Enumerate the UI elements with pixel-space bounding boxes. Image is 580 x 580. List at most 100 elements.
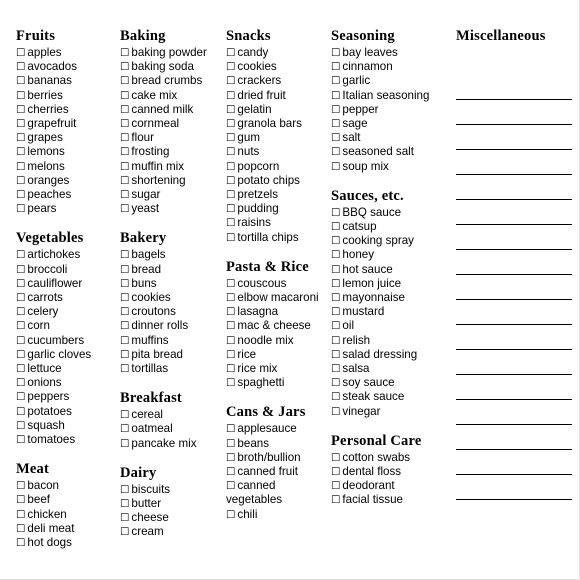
checkbox-icon[interactable]: ☐ — [331, 146, 340, 158]
checkbox-icon[interactable]: ☐ — [226, 349, 235, 361]
checkbox-icon[interactable]: ☐ — [226, 335, 235, 347]
checklist-item[interactable]: ☐ yeast — [120, 202, 226, 216]
checklist-item[interactable]: ☐ frosting — [120, 145, 226, 159]
checklist-item[interactable]: ☐ sugar — [120, 188, 226, 202]
checkbox-icon[interactable]: ☐ — [16, 132, 25, 144]
checkbox-icon[interactable]: ☐ — [16, 47, 25, 59]
miscellaneous-write-in-line[interactable] — [456, 325, 572, 350]
checkbox-icon[interactable]: ☐ — [16, 61, 25, 73]
checkbox-icon[interactable]: ☐ — [331, 391, 340, 403]
checklist-item[interactable]: ☐ canned vegetables — [226, 479, 331, 507]
checkbox-icon[interactable]: ☐ — [16, 118, 25, 130]
checkbox-icon[interactable]: ☐ — [16, 278, 25, 290]
checklist-item[interactable]: ☐ spaghetti — [226, 376, 331, 390]
checkbox-icon[interactable]: ☐ — [120, 423, 129, 435]
checklist-item[interactable]: ☐ butter — [120, 497, 226, 511]
checkbox-icon[interactable]: ☐ — [331, 61, 340, 73]
checkbox-icon[interactable]: ☐ — [331, 306, 340, 318]
checklist-item[interactable]: ☐ deli meat — [16, 522, 120, 536]
checkbox-icon[interactable]: ☐ — [16, 306, 25, 318]
checklist-item[interactable]: ☐ cherries — [16, 103, 120, 117]
checklist-item[interactable]: ☐ gum — [226, 131, 331, 145]
checklist-item[interactable]: ☐ relish — [331, 334, 448, 348]
checkbox-icon[interactable]: ☐ — [331, 278, 340, 290]
checklist-item[interactable]: ☐ raisins — [226, 216, 331, 230]
miscellaneous-write-in-line[interactable] — [456, 200, 572, 225]
checkbox-icon[interactable]: ☐ — [226, 377, 235, 389]
checkbox-icon[interactable]: ☐ — [331, 320, 340, 332]
checklist-item[interactable]: ☐ beans — [226, 437, 331, 451]
checkbox-icon[interactable]: ☐ — [16, 523, 25, 535]
checklist-item[interactable]: ☐ vinegar — [331, 405, 448, 419]
checkbox-icon[interactable]: ☐ — [120, 409, 129, 421]
checkbox-icon[interactable]: ☐ — [120, 526, 129, 538]
checkbox-icon[interactable]: ☐ — [331, 47, 340, 59]
checklist-item[interactable]: ☐ Italian seasoning — [331, 89, 448, 103]
checkbox-icon[interactable]: ☐ — [226, 146, 235, 158]
checkbox-icon[interactable]: ☐ — [16, 264, 25, 276]
checkbox-icon[interactable]: ☐ — [226, 466, 235, 478]
checklist-item[interactable]: ☐ applesauce — [226, 422, 331, 436]
checklist-item[interactable]: ☐ melons — [16, 160, 120, 174]
checklist-item[interactable]: ☐ cucumbers — [16, 334, 120, 348]
miscellaneous-write-in-line[interactable] — [456, 375, 572, 400]
checkbox-icon[interactable]: ☐ — [16, 292, 25, 304]
checklist-item[interactable]: ☐ biscuits — [120, 483, 226, 497]
checklist-item[interactable]: ☐ squash — [16, 419, 120, 433]
checkbox-icon[interactable]: ☐ — [331, 466, 340, 478]
checkbox-icon[interactable]: ☐ — [226, 75, 235, 87]
checklist-item[interactable]: ☐ corn — [16, 319, 120, 333]
checklist-item[interactable]: ☐ dinner rolls — [120, 319, 226, 333]
checklist-item[interactable]: ☐ salad dressing — [331, 348, 448, 362]
checkbox-icon[interactable]: ☐ — [331, 221, 340, 233]
checklist-item[interactable]: ☐ baking soda — [120, 60, 226, 74]
checklist-item[interactable]: ☐ bay leaves — [331, 46, 448, 60]
checkbox-icon[interactable]: ☐ — [16, 480, 25, 492]
checklist-item[interactable]: ☐ broth/bullion — [226, 451, 331, 465]
checkbox-icon[interactable]: ☐ — [331, 104, 340, 116]
checklist-item[interactable]: ☐ gelatin — [226, 103, 331, 117]
checklist-item[interactable]: ☐ facial tissue — [331, 493, 448, 507]
checklist-item[interactable]: ☐ cookies — [226, 60, 331, 74]
checkbox-icon[interactable]: ☐ — [16, 363, 25, 375]
miscellaneous-write-in-line[interactable] — [456, 150, 572, 175]
checklist-item[interactable]: ☐ muffin mix — [120, 160, 226, 174]
checkbox-icon[interactable]: ☐ — [331, 264, 340, 276]
checkbox-icon[interactable]: ☐ — [16, 537, 25, 549]
checklist-item[interactable]: ☐ salt — [331, 131, 448, 145]
checkbox-icon[interactable]: ☐ — [331, 132, 340, 144]
checkbox-icon[interactable]: ☐ — [16, 391, 25, 403]
checkbox-icon[interactable]: ☐ — [120, 118, 129, 130]
checkbox-icon[interactable]: ☐ — [16, 146, 25, 158]
checkbox-icon[interactable]: ☐ — [331, 377, 340, 389]
checkbox-icon[interactable]: ☐ — [120, 349, 129, 361]
checklist-item[interactable]: ☐ shortening — [120, 174, 226, 188]
checklist-item[interactable]: ☐ oranges — [16, 174, 120, 188]
checklist-item[interactable]: ☐ hot sauce — [331, 263, 448, 277]
checkbox-icon[interactable]: ☐ — [226, 320, 235, 332]
checkbox-icon[interactable]: ☐ — [331, 480, 340, 492]
checkbox-icon[interactable]: ☐ — [120, 320, 129, 332]
checklist-item[interactable]: ☐ bagels — [120, 248, 226, 262]
checklist-item[interactable]: ☐ buns — [120, 277, 226, 291]
checkbox-icon[interactable]: ☐ — [226, 452, 235, 464]
checkbox-icon[interactable]: ☐ — [226, 509, 235, 521]
checklist-item[interactable]: ☐ canned fruit — [226, 465, 331, 479]
checkbox-icon[interactable]: ☐ — [226, 278, 235, 290]
checklist-item[interactable]: ☐ hot dogs — [16, 536, 120, 550]
checklist-item[interactable]: ☐ couscous — [226, 277, 331, 291]
checkbox-icon[interactable]: ☐ — [16, 75, 25, 87]
checkbox-icon[interactable]: ☐ — [226, 47, 235, 59]
checkbox-icon[interactable]: ☐ — [120, 278, 129, 290]
checklist-item[interactable]: ☐ baking powder — [120, 46, 226, 60]
checklist-item[interactable]: ☐ potatoes — [16, 405, 120, 419]
checklist-item[interactable]: ☐ cooking spray — [331, 234, 448, 248]
checkbox-icon[interactable]: ☐ — [226, 161, 235, 173]
checklist-item[interactable]: ☐ nuts — [226, 145, 331, 159]
miscellaneous-write-in-line[interactable] — [456, 250, 572, 275]
checklist-item[interactable]: ☐ pita bread — [120, 348, 226, 362]
checklist-item[interactable]: ☐ beef — [16, 493, 120, 507]
checklist-item[interactable]: ☐ rice — [226, 348, 331, 362]
checkbox-icon[interactable]: ☐ — [16, 335, 25, 347]
checkbox-icon[interactable]: ☐ — [226, 217, 235, 229]
